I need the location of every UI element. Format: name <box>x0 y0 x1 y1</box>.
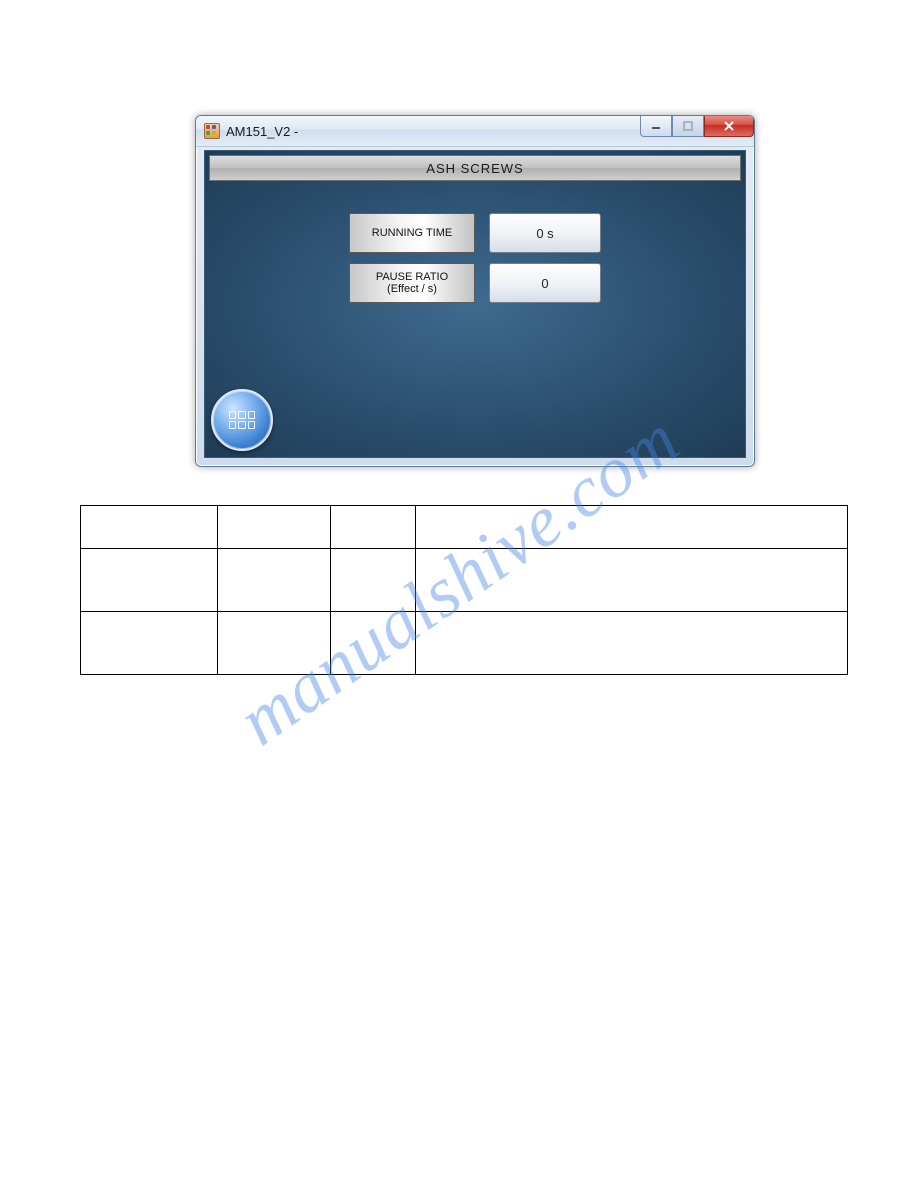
table-row <box>81 549 848 612</box>
table-cell <box>81 506 218 549</box>
parameter-form: RUNNING TIME 0 s PAUSE RATIO (Effect / s… <box>349 213 601 303</box>
pause-ratio-label: PAUSE RATIO (Effect / s) <box>349 263 475 303</box>
table-cell <box>416 612 848 675</box>
close-button[interactable] <box>704 116 754 137</box>
label-subtext: (Effect / s) <box>387 283 437 295</box>
table-cell <box>416 549 848 612</box>
table-cell <box>330 612 416 675</box>
label-text: RUNNING TIME <box>372 227 452 239</box>
client-area: ASH SCREWS RUNNING TIME 0 s PAUSE RATIO … <box>204 150 746 458</box>
label-text: PAUSE RATIO <box>376 271 448 283</box>
table-row <box>81 506 848 549</box>
window-controls <box>640 116 754 136</box>
grid-icon <box>229 411 255 429</box>
parameter-row: PAUSE RATIO (Effect / s) 0 <box>349 263 601 303</box>
table-cell <box>217 506 330 549</box>
table-cell <box>217 549 330 612</box>
parameter-table <box>80 505 848 675</box>
maximize-button[interactable] <box>672 116 704 137</box>
minimize-button[interactable] <box>640 116 672 137</box>
screen-header: ASH SCREWS <box>209 155 741 181</box>
table-row <box>81 612 848 675</box>
table-cell <box>217 612 330 675</box>
menu-button[interactable] <box>211 389 273 451</box>
table-cell <box>330 506 416 549</box>
window-title: AM151_V2 - <box>226 124 298 139</box>
pause-ratio-value[interactable]: 0 <box>489 263 601 303</box>
application-window: AM151_V2 - ASH SCREWS RUNNING TIME <box>195 115 755 467</box>
running-time-value[interactable]: 0 s <box>489 213 601 253</box>
table-cell <box>416 506 848 549</box>
app-icon <box>204 123 220 139</box>
table-cell <box>81 612 218 675</box>
table-cell <box>330 549 416 612</box>
running-time-label: RUNNING TIME <box>349 213 475 253</box>
table-cell <box>81 549 218 612</box>
parameter-row: RUNNING TIME 0 s <box>349 213 601 253</box>
title-bar[interactable]: AM151_V2 - <box>196 116 754 147</box>
